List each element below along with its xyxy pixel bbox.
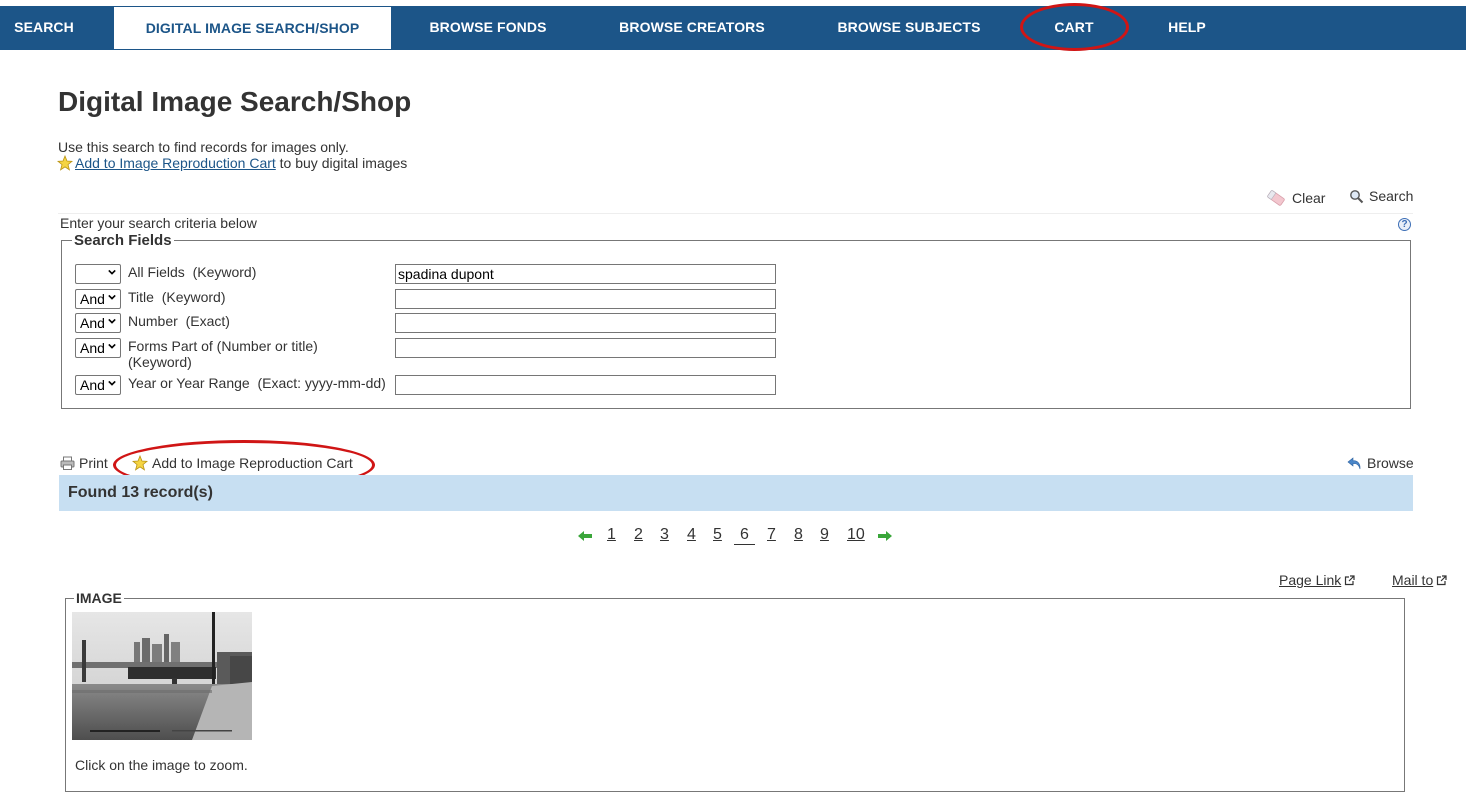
number-input[interactable] bbox=[395, 313, 776, 333]
page-link-7[interactable]: 7 bbox=[767, 526, 776, 544]
add-to-cart-label: Add to Image Reproduction Cart bbox=[152, 455, 353, 471]
operator-value: And bbox=[80, 340, 105, 356]
printer-icon bbox=[60, 456, 75, 470]
nav-digital-image-search-shop[interactable]: DIGITAL IMAGE SEARCH/SHOP bbox=[113, 7, 391, 49]
eraser-icon bbox=[1267, 190, 1285, 206]
search-label: Search bbox=[1369, 188, 1414, 204]
zoom-instruction: Click on the image to zoom. bbox=[75, 757, 248, 773]
page-link-2[interactable]: 2 bbox=[634, 526, 643, 544]
results-count-bar: Found 13 record(s) bbox=[59, 475, 1413, 511]
intro-text: Use this search to find records for imag… bbox=[58, 139, 349, 155]
nav-browse-subjects[interactable]: BROWSE SUBJECTS bbox=[820, 6, 998, 50]
page-link-3[interactable]: 3 bbox=[660, 526, 669, 544]
divider bbox=[58, 213, 1413, 214]
add-to-cart-link[interactable]: Add to Image Reproduction Cart bbox=[75, 155, 276, 171]
image-record-group: IMAGE bbox=[65, 590, 1405, 792]
operator-select-2[interactable]: And bbox=[75, 289, 121, 309]
page-link-label: Page Link bbox=[1279, 572, 1342, 588]
image-legend: IMAGE bbox=[76, 590, 122, 606]
mail-to-label: Mail to bbox=[1392, 572, 1434, 588]
external-link-icon bbox=[1437, 574, 1447, 585]
nav-browse-fonds[interactable]: BROWSE FONDS bbox=[412, 6, 564, 50]
page-link-8[interactable]: 8 bbox=[794, 526, 803, 544]
nav-help[interactable]: HELP bbox=[1150, 6, 1224, 50]
page-link-button[interactable]: Page Link bbox=[1279, 572, 1355, 588]
operator-value: And bbox=[80, 315, 105, 331]
star-icon bbox=[132, 455, 148, 471]
page-link-6-current: 6 bbox=[734, 526, 755, 545]
page-title: Digital Image Search/Shop bbox=[58, 86, 412, 117]
chevron-down-icon bbox=[108, 269, 116, 275]
field-label: Title (Keyword) bbox=[128, 289, 226, 305]
field-label: Forms Part of (Number or title) (Keyword… bbox=[128, 338, 318, 370]
record-thumbnail-image[interactable] bbox=[72, 612, 252, 740]
chevron-down-icon bbox=[108, 343, 116, 349]
operator-value: And bbox=[80, 291, 105, 307]
help-icon[interactable]: ? bbox=[1398, 218, 1411, 231]
intro-cart-line: Add to Image Reproduction Cart to buy di… bbox=[57, 155, 407, 171]
chevron-down-icon bbox=[108, 380, 116, 386]
browse-button[interactable]: Browse bbox=[1347, 455, 1414, 471]
photo-thumbnail bbox=[72, 612, 252, 740]
prev-page-arrow-icon[interactable] bbox=[578, 530, 592, 542]
chevron-down-icon bbox=[108, 318, 116, 324]
page-link-10[interactable]: 10 bbox=[847, 526, 865, 544]
nav-cart[interactable]: CART bbox=[1034, 6, 1114, 50]
page-link-1[interactable]: 1 bbox=[607, 526, 616, 544]
nav-search[interactable]: SEARCH bbox=[0, 6, 88, 50]
search-icon bbox=[1350, 189, 1364, 203]
field-label: Number (Exact) bbox=[128, 313, 230, 329]
field-label: Year or Year Range (Exact: yyyy-mm-dd) bbox=[128, 375, 386, 391]
year-range-input[interactable] bbox=[395, 375, 776, 395]
search-button[interactable]: Search bbox=[1349, 188, 1413, 204]
browse-label: Browse bbox=[1367, 455, 1414, 471]
add-to-cart-button[interactable]: Add to Image Reproduction Cart bbox=[132, 455, 353, 471]
page-link-9[interactable]: 9 bbox=[820, 526, 829, 544]
operator-select-5[interactable]: And bbox=[75, 375, 121, 395]
field-label: All Fields (Keyword) bbox=[128, 264, 257, 280]
mail-to-button[interactable]: Mail to bbox=[1392, 572, 1447, 588]
print-label: Print bbox=[79, 455, 108, 471]
chevron-down-icon bbox=[108, 294, 116, 300]
page-link-5[interactable]: 5 bbox=[713, 526, 722, 544]
clear-button[interactable]: Clear bbox=[1265, 188, 1325, 208]
operator-select-3[interactable]: And bbox=[75, 313, 121, 333]
external-link-icon bbox=[1345, 574, 1355, 585]
operator-select-4[interactable]: And bbox=[75, 338, 121, 358]
clear-label: Clear bbox=[1292, 190, 1326, 206]
back-arrow-icon bbox=[1347, 457, 1361, 470]
page-link-4[interactable]: 4 bbox=[687, 526, 696, 544]
nav-browse-creators[interactable]: BROWSE CREATORS bbox=[603, 6, 781, 50]
next-page-arrow-icon[interactable] bbox=[878, 530, 892, 542]
operator-value: And bbox=[80, 377, 105, 393]
top-navigation: SEARCH DIGITAL IMAGE SEARCH/SHOP BROWSE … bbox=[0, 6, 1466, 50]
all-fields-input[interactable] bbox=[395, 264, 776, 284]
criteria-instruction: Enter your search criteria below bbox=[60, 215, 257, 231]
forms-part-of-input[interactable] bbox=[395, 338, 776, 358]
print-button[interactable]: Print bbox=[60, 455, 108, 471]
star-icon bbox=[57, 155, 73, 171]
title-input[interactable] bbox=[395, 289, 776, 309]
intro-cart-suffix: to buy digital images bbox=[275, 155, 408, 171]
operator-select-1[interactable] bbox=[75, 264, 121, 284]
search-fields-legend: Search Fields bbox=[74, 232, 172, 249]
